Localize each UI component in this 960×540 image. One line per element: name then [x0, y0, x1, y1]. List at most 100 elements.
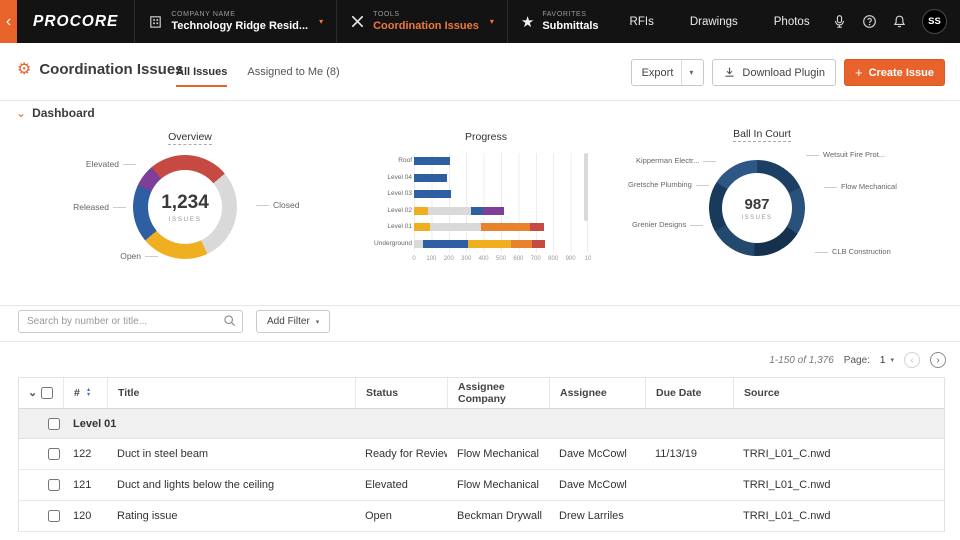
company-building-icon	[150, 16, 162, 28]
back-button[interactable]: ‹	[0, 0, 17, 43]
assignee-company: Flow Mechanical	[457, 479, 539, 491]
x-tick-label: 0	[412, 256, 416, 262]
progress-category-label: Roof	[398, 157, 412, 164]
create-issue-label: Create Issue	[868, 66, 934, 79]
result-range: 1-150 of 1,376	[769, 354, 834, 366]
tab-assigned-to-me[interactable]: Assigned to Me (8)	[247, 66, 339, 87]
nav-link-photos[interactable]: Photos	[756, 0, 828, 43]
add-filter-label: Add Filter	[267, 316, 310, 327]
group-checkbox[interactable]	[48, 417, 60, 430]
nav-link-drawings[interactable]: Drawings	[672, 0, 756, 43]
collapse-all-icon[interactable]: ⌄	[28, 388, 37, 399]
avatar[interactable]: SS	[922, 9, 947, 34]
progress-bar-row	[414, 153, 587, 170]
group-row-level-01[interactable]: Level 01	[19, 409, 944, 439]
row-checkbox[interactable]	[48, 510, 60, 522]
microphone-icon[interactable]	[832, 14, 847, 29]
star-icon: ★	[520, 13, 535, 31]
due-date: 11/13/19	[655, 448, 698, 460]
add-filter-caret-icon: ▾	[315, 318, 320, 326]
progress-category-label: Level 02	[387, 206, 412, 214]
issue-title[interactable]: Duct and lights below the ceiling	[107, 479, 355, 491]
issue-title[interactable]: Duct in steel beam	[107, 448, 355, 460]
progress-scrollbar[interactable]	[584, 153, 588, 221]
favorites-submittals[interactable]: ★ FAVORITES Submittals	[506, 0, 612, 43]
progress-ticks: 0 100 200 300 400 500 600 700 800 900 10	[412, 256, 591, 266]
next-page-button[interactable]: ›	[930, 352, 946, 368]
progress-bar-row	[414, 219, 587, 236]
page-select[interactable]: 1 ▾	[880, 355, 894, 366]
issue-number: 122	[73, 448, 92, 460]
issue-title[interactable]: Rating issue	[107, 510, 355, 522]
progress-category-label: Level 03	[387, 190, 412, 197]
legend-wetsuit: Wetsuit Fire Prot...	[806, 150, 885, 159]
export-label: Export	[641, 66, 674, 79]
select-all-checkbox[interactable]	[41, 387, 54, 399]
table-row[interactable]: 120 Rating issue Open Beckman Drywall Dr…	[19, 501, 944, 532]
procore-logo[interactable]: PROCORE	[17, 0, 134, 43]
x-tick-label: 500	[495, 256, 507, 262]
group-label: Level 01	[73, 417, 117, 430]
tools-icon	[352, 15, 364, 28]
bar-segment	[414, 239, 423, 248]
add-filter-button[interactable]: Add Filter ▾	[256, 310, 331, 333]
nav-link-rfis[interactable]: RFIs	[612, 0, 672, 43]
search-input[interactable]	[18, 310, 243, 333]
progress-bar-row	[414, 170, 587, 187]
column-header-number: # ▲ ▼	[63, 378, 107, 408]
issues-table: ⌄ # ▲ ▼ Title Status Assignee Company As…	[18, 377, 945, 532]
create-issue-button[interactable]: + Create Issue	[843, 59, 945, 86]
current-tool: Coordination Issues	[373, 20, 479, 32]
settings-gear-icon[interactable]: ⚙	[17, 61, 31, 78]
issue-status: Open	[365, 510, 392, 522]
tools-eyebrow: TOOLS	[373, 11, 400, 18]
download-plugin-button[interactable]: Download Plugin	[712, 59, 836, 86]
progress-category-labels: Roof Level 04 Level 03 Level 02 Level 01 Unde…	[372, 153, 412, 252]
issue-status: Ready for Review	[365, 448, 447, 460]
company-caret-icon: ▾	[319, 17, 324, 26]
issue-tabs: All Issues Assigned to Me (8)	[176, 66, 340, 87]
table-row[interactable]: 122 Duct in steel beam Ready for Review …	[19, 439, 944, 470]
bar-segment	[471, 206, 484, 215]
source-file: TRRI_L01_C.nwd	[743, 448, 831, 460]
overview-donut[interactable]	[133, 155, 237, 259]
tab-all-issues[interactable]: All Issues	[176, 66, 228, 87]
progress-bar-row	[414, 236, 587, 253]
page-title: Coordination Issues	[39, 61, 184, 78]
bar-segment	[422, 239, 468, 248]
legend-flow: Flow Mechanical	[824, 182, 897, 191]
progress-category-label: Level 01	[387, 223, 412, 230]
column-header-assignee: Assignee	[549, 378, 645, 408]
export-caret-icon: ▾	[681, 60, 693, 85]
prev-page-button[interactable]: ‹	[904, 352, 920, 368]
row-checkbox[interactable]	[48, 479, 60, 491]
pagination: 1-150 of 1,376 Page: 1 ▾ ‹ ›	[769, 352, 946, 368]
x-tick-label: 10	[584, 256, 592, 262]
assignee-company: Beckman Drywall	[457, 510, 542, 522]
assignee: Dave McCowl	[559, 479, 627, 491]
source-file: TRRI_L01_C.nwd	[743, 479, 831, 491]
x-tick-label: 700	[530, 256, 541, 262]
bar-segment	[414, 206, 428, 215]
export-button[interactable]: Export ▾	[630, 59, 705, 86]
dashboard-toggle[interactable]: ⌄ Dashboard	[16, 106, 95, 120]
table-row[interactable]: 121 Duct and lights below the ceiling El…	[19, 470, 944, 501]
overview-chart-title: Overview	[168, 131, 212, 145]
row-checkbox[interactable]	[48, 448, 60, 460]
x-tick-label: 400	[478, 256, 489, 262]
issue-number: 121	[73, 479, 92, 491]
ball-in-court-donut[interactable]	[709, 160, 805, 256]
page-caret-icon: ▾	[890, 357, 894, 364]
top-nav: ‹ PROCORE COMPANY NAME Technology Ridge …	[0, 0, 960, 43]
issue-number: 120	[73, 510, 92, 522]
download-icon	[725, 67, 734, 77]
legend-open: Open	[92, 251, 158, 261]
tools-menu[interactable]: TOOLS Coordination Issues ▾	[336, 0, 507, 43]
filter-divider	[0, 341, 960, 342]
sort-icon[interactable]: ▲ ▼	[86, 387, 91, 398]
progress-bar-row	[414, 186, 587, 203]
bell-icon[interactable]	[892, 14, 907, 29]
help-icon[interactable]	[862, 14, 877, 29]
company-switcher[interactable]: COMPANY NAME Technology Ridge Resid... ▾	[134, 0, 336, 43]
issue-status: Elevated	[365, 479, 408, 491]
